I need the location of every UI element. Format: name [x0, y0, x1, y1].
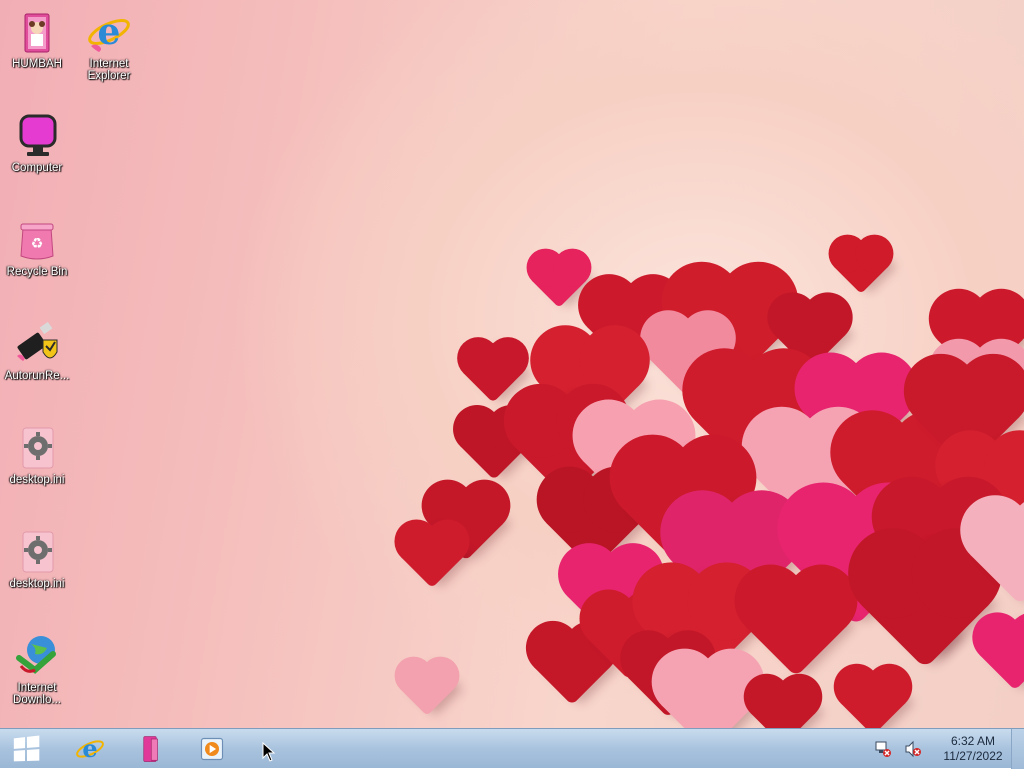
volume-muted-icon[interactable] [904, 740, 922, 758]
settings-file-icon [13, 424, 61, 472]
pink-folder-icon [143, 736, 158, 762]
desktop-icon-autorun[interactable]: AutorunRe... [0, 320, 74, 382]
download-globe-icon [13, 632, 61, 680]
internet-explorer-icon: e [76, 734, 104, 763]
svg-text:e: e [82, 734, 97, 763]
desktop-icon-label: Internet Explorer [87, 58, 131, 82]
desktop-icon-label: desktop.ini [9, 474, 65, 486]
show-desktop-button[interactable] [1011, 729, 1024, 769]
system-tray: 6:32 AM 11/27/2022 [868, 729, 1008, 769]
mouse-cursor-icon [262, 742, 276, 762]
desktop-icon-label: HUMBAH [12, 58, 62, 70]
desktop-icon-humbah[interactable]: HUMBAH [0, 8, 74, 70]
pink-door-folder-icon [13, 8, 61, 56]
media-player-icon [200, 737, 224, 761]
taskbar: e 6:32 AM 11/27/2022 [0, 728, 1024, 769]
desktop-icon-computer[interactable]: Computer [0, 112, 74, 174]
desktop-wallpaper[interactable]: HUMBAH e Internet Explorer Computer ♻ Re… [0, 0, 1024, 728]
taskbar-internet-explorer-button[interactable]: e [64, 732, 116, 766]
desktop-icon-label: Recycle Bin [6, 266, 68, 278]
taskbar-media-player-button[interactable] [186, 732, 238, 766]
desktop-icon-label: Computer [11, 162, 63, 174]
svg-text:e: e [98, 11, 121, 53]
windows-logo-icon [13, 735, 40, 762]
clock-date: 11/27/2022 [943, 749, 1003, 763]
pink-recycle-bin-icon: ♻ [13, 216, 61, 264]
desktop-icon-label: Internet Downlo... [13, 682, 61, 706]
desktop-icon-desktop-ini-1[interactable]: desktop.ini [0, 424, 74, 486]
network-error-icon[interactable] [874, 740, 892, 758]
desktop-icon-internet-download-manager[interactable]: Internet Downlo... [0, 632, 74, 706]
svg-text:♻: ♻ [31, 236, 44, 252]
taskbar-clock[interactable]: 6:32 AM 11/27/2022 [938, 734, 1008, 764]
clock-time: 6:32 AM [950, 734, 996, 748]
taskbar-file-explorer-button[interactable] [124, 732, 176, 766]
desktop-icon-label: AutorunRe... [4, 370, 70, 382]
desktop-icon-recycle-bin[interactable]: ♻ Recycle Bin [0, 216, 74, 278]
usb-shield-icon [13, 320, 61, 368]
pink-monitor-icon [13, 112, 61, 160]
desktop-icon-internet-explorer[interactable]: e Internet Explorer [72, 8, 146, 82]
desktop-icon-label: desktop.ini [9, 578, 65, 590]
desktop-icon-desktop-ini-2[interactable]: desktop.ini [0, 528, 74, 590]
start-button[interactable] [4, 732, 48, 766]
internet-explorer-icon: e [85, 8, 133, 56]
settings-file-icon [13, 528, 61, 576]
